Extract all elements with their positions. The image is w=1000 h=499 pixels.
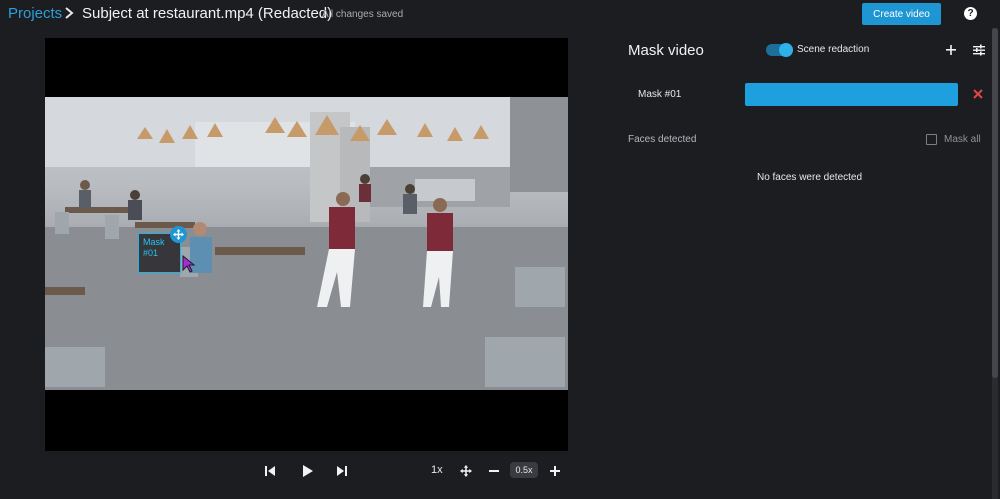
zoom-out-icon[interactable] xyxy=(487,464,501,478)
move-icon[interactable] xyxy=(459,464,473,478)
add-mask-icon[interactable] xyxy=(944,43,958,57)
settings-sliders-icon[interactable] xyxy=(971,42,987,58)
zoom-in-icon[interactable] xyxy=(548,464,562,478)
create-video-button[interactable]: Create video xyxy=(862,3,941,25)
mask-all-checkbox[interactable] xyxy=(926,134,937,145)
panel-title: Mask video xyxy=(628,42,704,59)
mask-move-handle-icon[interactable] xyxy=(170,226,187,243)
play-icon xyxy=(303,465,313,477)
mask-all-label[interactable]: Mask all xyxy=(944,134,981,145)
top-bar: Projects Subject at restaurant.mp4 (Reda… xyxy=(0,0,1000,28)
chevron-right-icon xyxy=(65,7,74,19)
video-frame[interactable]: Mask #01 xyxy=(45,97,568,390)
mask-list-item-name[interactable]: Mask #01 xyxy=(638,89,681,100)
delete-mask-icon[interactable] xyxy=(971,87,985,101)
toggle-knob xyxy=(779,43,793,57)
zoom-level-badge: 0.5x xyxy=(510,462,538,478)
save-status: All changes saved xyxy=(322,9,404,20)
mask-timeline-bar[interactable] xyxy=(745,83,958,106)
playback-speed-label[interactable]: 1x xyxy=(431,464,443,476)
no-faces-message: No faces were detected xyxy=(756,172,863,183)
scene-redaction-toggle[interactable] xyxy=(766,43,793,57)
scene-redaction-label: Scene redaction xyxy=(797,44,870,55)
scrollbar-thumb[interactable] xyxy=(992,28,998,378)
play-button[interactable] xyxy=(300,463,316,479)
help-icon[interactable]: ? xyxy=(964,7,977,20)
skip-back-icon[interactable] xyxy=(263,464,277,478)
skip-forward-icon[interactable] xyxy=(335,464,349,478)
mouse-cursor-icon xyxy=(182,255,196,273)
restaurant-scene-image xyxy=(45,97,568,390)
video-player[interactable]: Mask #01 xyxy=(45,38,568,451)
breadcrumb-projects-link[interactable]: Projects xyxy=(8,5,62,22)
document-title: Subject at restaurant.mp4 (Redacted) xyxy=(82,5,333,22)
faces-detected-label: Faces detected xyxy=(628,134,697,145)
